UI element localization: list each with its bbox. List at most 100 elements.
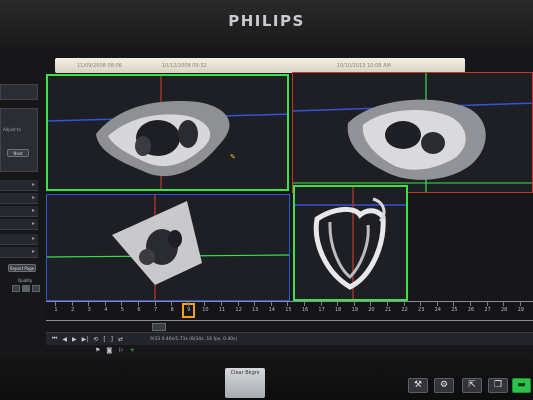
first-frame-icon[interactable]: ⏮ [52, 335, 57, 343]
frame-label[interactable]: 8 [168, 307, 176, 313]
frame-tick [304, 302, 305, 306]
frame-tick [104, 302, 106, 306]
frame-label[interactable]: 22 [401, 307, 409, 313]
frame-tick [287, 302, 289, 306]
frame-info: 9/33 0.46s/1.71s (8/34s, 16 fps, 0.40s) [150, 336, 238, 342]
frame-label[interactable]: 26 [467, 307, 475, 313]
camera-icon[interactable]: ◙ [106, 347, 112, 354]
frame-label[interactable]: 11 [218, 307, 226, 313]
secondary-toolbar: ⚑ ◙ ⚐ + [95, 347, 135, 354]
panel-row-6[interactable] [0, 247, 38, 258]
panel-header [0, 84, 38, 100]
frame-tick [503, 302, 505, 306]
viewport-top-left[interactable]: ✎ [46, 74, 289, 191]
viewport-3d-model[interactable] [293, 185, 408, 301]
step-forward-icon[interactable]: ▶| [82, 336, 89, 343]
frame-tick [470, 302, 471, 306]
bracket-start-icon[interactable]: [ [103, 336, 105, 343]
frame-tick [420, 302, 422, 306]
quality-label: Quality [18, 278, 33, 283]
echo-image-bottom-left [47, 195, 289, 300]
frame-label[interactable]: 14 [268, 307, 276, 313]
copy-icon[interactable]: ❐ [488, 378, 508, 393]
adjust-panel: Adjust to Next [0, 108, 38, 172]
marker-icon[interactable]: ⚑ [95, 347, 100, 354]
left-control-panel: Adjust to Next Report Page Quality [0, 82, 44, 312]
frame-label[interactable]: 9 [185, 307, 193, 313]
panel-row-5[interactable] [0, 234, 38, 245]
status-center: 10/12/2008 09:32 [161, 62, 207, 69]
frame-tick [436, 302, 438, 306]
panel-row-1[interactable] [0, 180, 38, 191]
frame-tick [387, 302, 388, 306]
status-left: 11/09/2008 08:06 [77, 62, 122, 69]
bracket-end-icon[interactable]: ] [111, 336, 113, 343]
panel-row-2[interactable] [0, 193, 38, 204]
frame-indicator-box [152, 323, 166, 331]
loop-icon[interactable]: ⟲ [93, 336, 98, 343]
frame-tick [88, 302, 90, 306]
frame-timeline[interactable]: 1 2 3 4 5 6 7 8 9 10 11 12 13 14 15 16 17 18 19 20 21 22 23 24 2… [46, 301, 533, 321]
tool-wrench-icon[interactable]: ⚒ [408, 378, 428, 393]
frame-label[interactable]: 13 [251, 307, 259, 313]
frame-tick [370, 302, 372, 306]
frame-label[interactable]: 3 [85, 307, 93, 313]
frame-tick [237, 302, 239, 306]
frame-tick [453, 302, 455, 306]
frame-tick [337, 302, 339, 306]
status-green-icon[interactable]: ▬ [512, 378, 531, 393]
frame-tick [270, 302, 272, 306]
quality-option-1[interactable] [12, 285, 20, 292]
frame-label[interactable]: 19 [351, 307, 359, 313]
sync-icon[interactable]: ⇄ [118, 336, 123, 343]
frame-tick [121, 302, 123, 306]
frame-label[interactable]: 10 [201, 307, 209, 313]
frame-label[interactable]: 16 [301, 307, 309, 313]
frame-label[interactable]: 25 [450, 307, 458, 313]
export-icon[interactable]: ⇱ [462, 378, 482, 393]
frame-label[interactable]: 28 [500, 307, 508, 313]
frame-tick [403, 302, 405, 306]
next-button[interactable]: Next [7, 149, 29, 157]
frame-label[interactable]: 20 [367, 307, 375, 313]
report-page-button[interactable]: Report Page [8, 264, 36, 272]
frame-label[interactable]: 6 [135, 307, 143, 313]
frame-label[interactable]: 5 [118, 307, 126, 313]
frame-label[interactable]: 12 [235, 307, 243, 313]
panel-row-4[interactable] [0, 219, 38, 230]
frame-label[interactable]: 17 [318, 307, 326, 313]
frame-label[interactable]: 2 [69, 307, 77, 313]
play-icon[interactable]: ▶ [72, 336, 77, 343]
viewport-bottom-left[interactable] [46, 194, 290, 301]
frame-label[interactable]: 23 [417, 307, 425, 313]
frame-tick [221, 302, 222, 306]
quality-option-3[interactable] [32, 285, 40, 292]
frame-label[interactable]: 29 [517, 307, 525, 313]
svg-text:✎: ✎ [230, 153, 236, 161]
panel-row-3[interactable] [0, 206, 38, 217]
settings-icon[interactable]: ⚙ [434, 378, 454, 393]
frame-label[interactable]: 4 [102, 307, 110, 313]
frame-label[interactable]: 15 [284, 307, 292, 313]
frame-tick [320, 302, 322, 306]
clear-bkgrs-label: Clear Bkgrs [230, 370, 260, 376]
frame-tick [138, 302, 139, 306]
quality-option-2[interactable] [22, 285, 30, 292]
frame-label[interactable]: 18 [334, 307, 342, 313]
step-back-icon[interactable]: ◀ [62, 336, 67, 343]
frame-label[interactable]: 21 [384, 307, 392, 313]
heart-model-image [295, 187, 406, 299]
frame-tick [353, 302, 355, 306]
frame-label[interactable]: 24 [434, 307, 442, 313]
frame-tick [204, 302, 206, 306]
status-bar: 11/09/2008 08:06 10/12/2008 09:32 10/10/… [55, 58, 465, 73]
add-green-icon[interactable]: + [130, 347, 135, 354]
flag-icon[interactable]: ⚐ [118, 347, 123, 354]
viewport-top-right[interactable] [292, 72, 533, 193]
frame-tick [55, 302, 56, 306]
clear-bkgrs-button[interactable]: Clear Bkgrs [225, 368, 265, 398]
frame-label[interactable]: 27 [484, 307, 492, 313]
frame-label[interactable]: 1 [52, 307, 60, 313]
status-right: 10/10/2013 10:08 AM [336, 62, 391, 69]
frame-label[interactable]: 7 [152, 307, 160, 313]
